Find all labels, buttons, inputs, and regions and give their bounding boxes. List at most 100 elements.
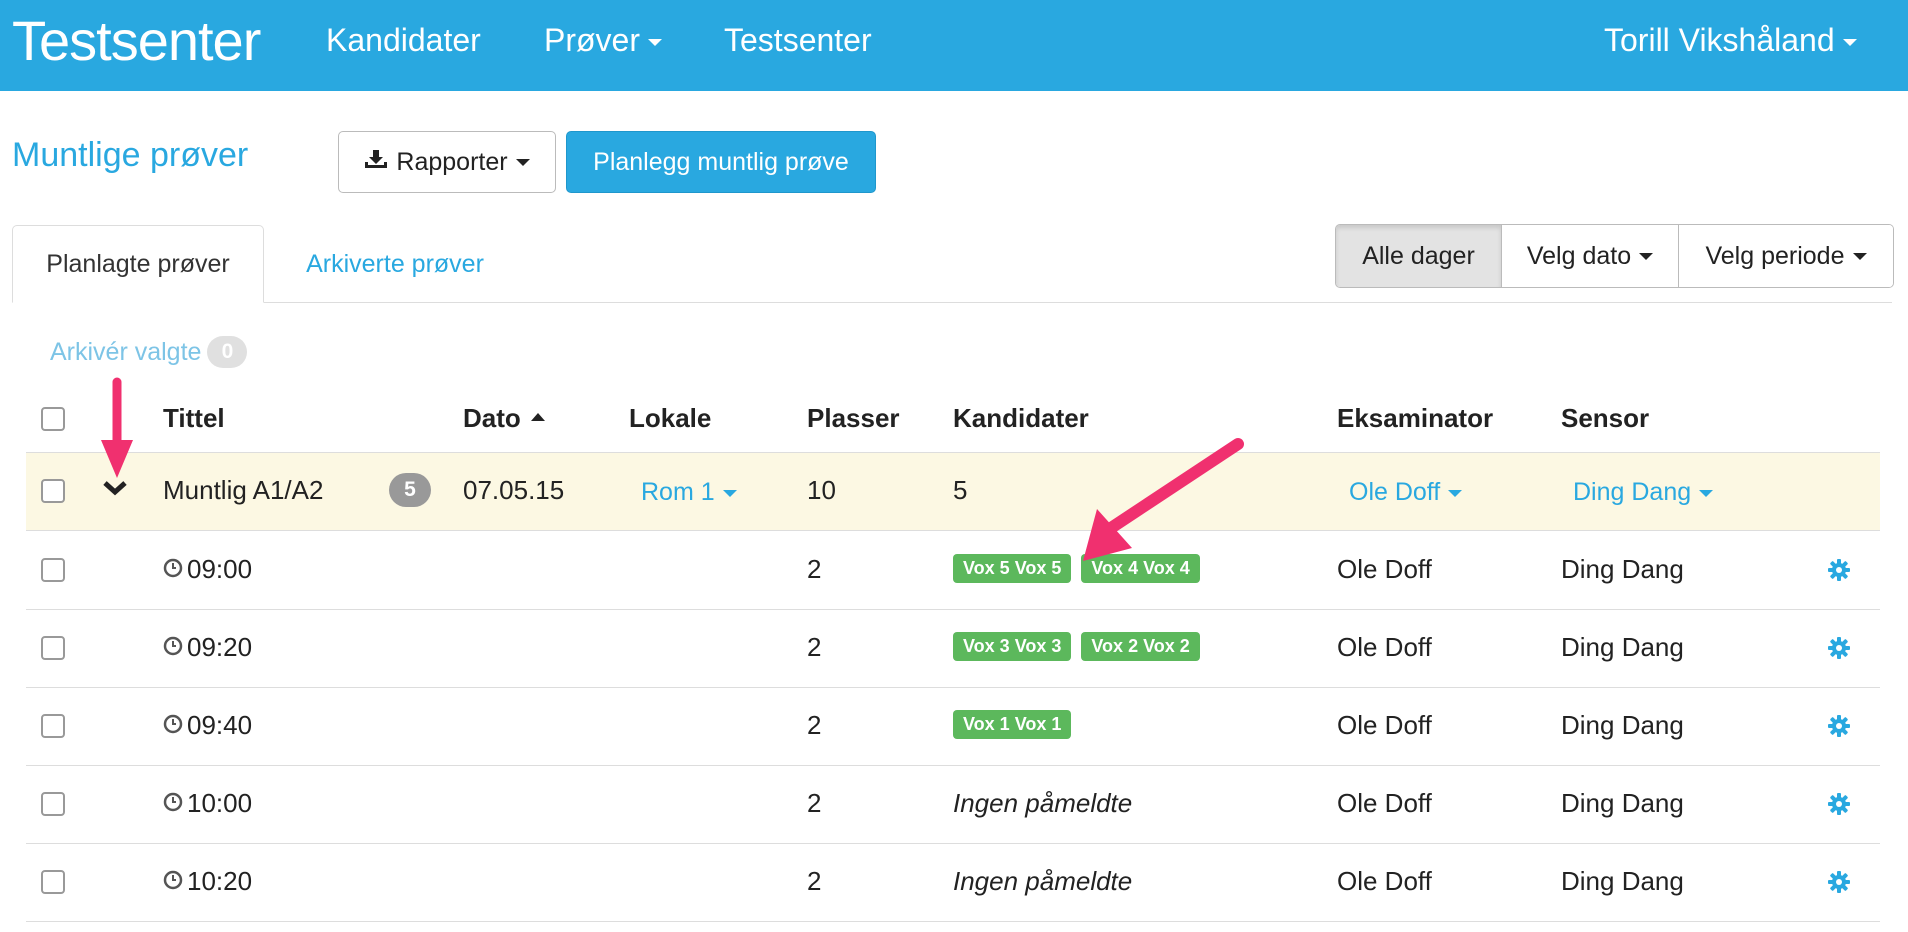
room-dropdown[interactable]: Rom 1 <box>641 478 737 507</box>
slot-places: 2 <box>807 632 822 662</box>
nav-item-label: Prøver <box>544 22 640 58</box>
candidate-tag[interactable]: Vox 2 Vox 2 <box>1081 632 1200 661</box>
plan-label: Planlegg muntlig prøve <box>593 147 849 176</box>
table-row[interactable]: 10:00 2 Ingen påmeldte Ole Doff Ding Dan… <box>26 766 1880 844</box>
filter-pick-period-button[interactable]: Velg periode <box>1678 225 1893 287</box>
sensor-dropdown[interactable]: Ding Dang <box>1573 478 1714 507</box>
examiner-dropdown[interactable]: Ole Doff <box>1349 478 1463 507</box>
time-label: 10:20 <box>187 866 253 896</box>
row-checkbox[interactable] <box>41 870 65 894</box>
gear-icon[interactable] <box>1828 871 1850 898</box>
no-registrations-label: Ingen påmeldte <box>953 788 1133 818</box>
nav-item-label: Testsenter <box>724 22 872 58</box>
slot-examiner: Ole Doff <box>1337 788 1432 818</box>
slot-candidates: Vox 3 Vox 3 Vox 2 Vox 2 <box>953 628 1210 661</box>
slot-candidates: Vox 1 Vox 1 <box>953 706 1081 739</box>
slot-sensor: Ding Dang <box>1561 632 1684 662</box>
clock-icon <box>163 554 183 585</box>
caret-down-icon <box>1639 252 1654 260</box>
slot-sensor: Ding Dang <box>1561 788 1684 818</box>
slot-time: 09:20 <box>163 632 252 663</box>
select-all-checkbox[interactable] <box>41 407 65 431</box>
download-icon <box>364 148 388 177</box>
row-checkbox[interactable] <box>41 558 65 582</box>
caret-down-icon <box>722 489 737 497</box>
filter-pick-date-button[interactable]: Velg dato <box>1501 225 1678 287</box>
group-candidates: 5 <box>953 475 968 505</box>
archive-selected-link[interactable]: Arkivér valgte 0 <box>50 336 248 368</box>
nav-item-kandidater[interactable]: Kandidater <box>326 22 481 59</box>
column-header-room: Lokale <box>629 403 712 433</box>
candidate-tag[interactable]: Vox 3 Vox 3 <box>953 632 1072 661</box>
date-filter-group: Alle dager Velg dato Velg periode <box>1335 224 1894 288</box>
time-label: 09:20 <box>187 632 253 662</box>
table-row[interactable]: 10:20 2 Ingen påmeldte Ole Doff Ding Dan… <box>26 844 1880 922</box>
filter-all-days-button[interactable]: Alle dager <box>1336 225 1501 287</box>
plan-oral-test-button[interactable]: Planlegg muntlig prøve <box>566 131 876 193</box>
tab-label: Arkiverte prøver <box>306 249 484 278</box>
column-header-sensor: Sensor <box>1561 403 1650 433</box>
caret-down-icon <box>1448 489 1463 497</box>
group-count-badge: 5 <box>389 473 431 507</box>
slot-examiner: Ole Doff <box>1337 554 1432 584</box>
row-checkbox[interactable] <box>41 714 65 738</box>
row-checkbox[interactable] <box>41 636 65 660</box>
column-header-places: Plasser <box>807 403 900 433</box>
time-label: 09:00 <box>187 554 253 584</box>
row-checkbox[interactable] <box>41 792 65 816</box>
table-row[interactable]: 09:40 2 Vox 1 Vox 1 Ole Doff Ding Dang <box>26 688 1880 766</box>
tab-label: Planlagte prøver <box>46 249 230 278</box>
top-navbar: Testsenter Kandidater Prøver Testsenter … <box>0 0 1908 91</box>
slot-time: 10:20 <box>163 866 252 897</box>
caret-down-icon <box>515 158 530 166</box>
clock-icon <box>163 788 183 819</box>
gear-icon[interactable] <box>1828 559 1850 586</box>
chevron-down-icon[interactable] <box>102 478 128 503</box>
row-checkbox[interactable] <box>41 479 65 503</box>
gear-icon[interactable] <box>1828 793 1850 820</box>
brand-logo[interactable]: Testsenter <box>12 8 261 73</box>
column-header-examiner: Eksaminator <box>1337 403 1494 433</box>
room-label: Rom 1 <box>641 478 715 506</box>
slot-sensor: Ding Dang <box>1561 866 1684 896</box>
gear-icon[interactable] <box>1828 637 1850 664</box>
archive-label: Arkivér valgte <box>50 337 202 366</box>
gear-icon[interactable] <box>1828 715 1850 742</box>
sort-ascending-icon <box>530 413 545 422</box>
group-date: 07.05.15 <box>463 475 565 505</box>
slot-examiner: Ole Doff <box>1337 632 1432 662</box>
table-row[interactable]: 09:20 2 Vox 3 Vox 3 Vox 2 Vox 2 Ole Doff … <box>26 610 1880 688</box>
filter-label: Velg dato <box>1526 241 1632 270</box>
slot-time: 09:00 <box>163 554 252 585</box>
user-menu[interactable]: Torill Vikshåland <box>1604 22 1857 59</box>
sensor-label: Ding Dang <box>1573 478 1692 506</box>
nav-item-testsenter[interactable]: Testsenter <box>724 22 872 59</box>
candidate-tag[interactable]: Vox 1 Vox 1 <box>953 710 1072 739</box>
column-header-date[interactable]: Dato <box>463 403 545 434</box>
nav-item-label: Kandidater <box>326 22 481 58</box>
slot-examiner: Ole Doff <box>1337 710 1432 740</box>
test-group-row[interactable]: Muntlig A1/A2 5 07.05.15 Rom 1 10 5 Ole … <box>26 453 1880 531</box>
user-name: Torill Vikshåland <box>1604 22 1835 58</box>
slot-examiner: Ole Doff <box>1337 866 1432 896</box>
slot-time: 09:40 <box>163 710 252 741</box>
slot-places: 2 <box>807 710 822 740</box>
slot-time: 10:00 <box>163 788 252 819</box>
nav-item-prover[interactable]: Prøver <box>544 22 662 59</box>
column-header-title: Tittel <box>163 403 225 433</box>
candidate-tag[interactable]: Vox 5 Vox 5 <box>953 554 1072 583</box>
clock-icon <box>163 866 183 897</box>
column-header-label: Dato <box>463 403 521 433</box>
table-row[interactable]: 09:00 2 Vox 5 Vox 5 Vox 4 Vox 4 Ole Doff … <box>26 532 1880 610</box>
group-title: Muntlig A1/A2 <box>163 475 324 505</box>
column-header-candidates: Kandidater <box>953 403 1089 433</box>
reports-button[interactable]: Rapporter <box>338 131 556 193</box>
tab-archived[interactable]: Arkiverte prøver <box>270 225 520 303</box>
tab-planned[interactable]: Planlagte prøver <box>12 225 264 303</box>
caret-down-icon <box>648 39 662 47</box>
slot-sensor: Ding Dang <box>1561 710 1684 740</box>
clock-icon <box>163 632 183 663</box>
slot-places: 2 <box>807 788 822 818</box>
reports-label: Rapporter <box>396 147 508 176</box>
candidate-tag[interactable]: Vox 4 Vox 4 <box>1081 554 1200 583</box>
